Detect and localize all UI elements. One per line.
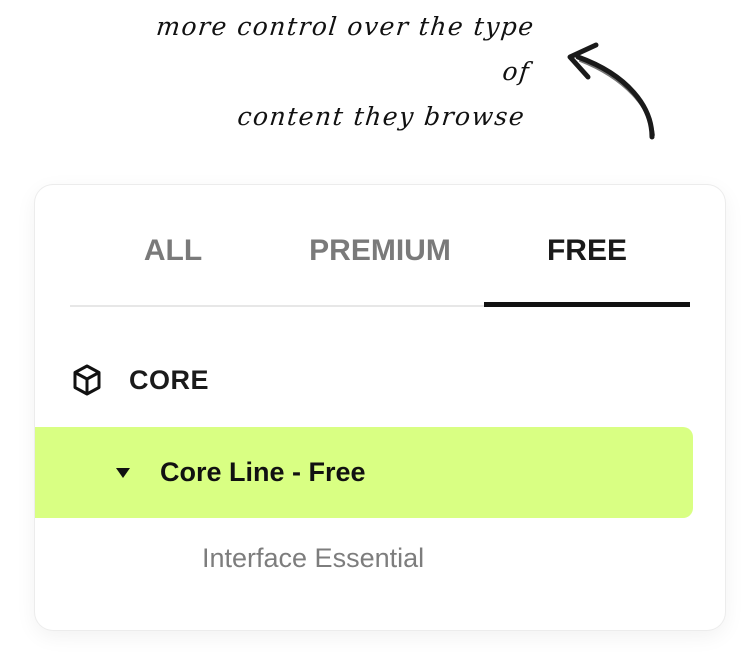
- tab-free[interactable]: FREE: [484, 210, 690, 305]
- section-header-core[interactable]: CORE: [70, 360, 209, 400]
- active-tab-indicator: [484, 302, 690, 307]
- tab-all[interactable]: ALL: [70, 210, 276, 305]
- tab-premium[interactable]: PREMIUM: [276, 210, 484, 305]
- hand-drawn-curved-arrow-icon: [567, 42, 655, 140]
- annotation-line-1: more control over the type of: [154, 12, 537, 86]
- cube-icon: [73, 364, 101, 396]
- tab-bar: ALL PREMIUM FREE: [70, 210, 690, 307]
- caret-down-icon[interactable]: [115, 467, 131, 479]
- tree-item-label: Core Line - Free: [160, 457, 366, 487]
- tree-item-core-line-free[interactable]: Core Line - Free: [35, 427, 693, 518]
- tree-child-interface-essential[interactable]: Interface Essential: [202, 543, 424, 574]
- section-title: CORE: [129, 364, 210, 395]
- page: more control over the type of content th…: [0, 0, 753, 670]
- annotation-line-2: content they browse: [236, 102, 527, 131]
- handwritten-annotation: more control over the type of content th…: [113, 4, 537, 139]
- filter-panel: ALL PREMIUM FREE CORE Core Line - Free I…: [35, 185, 725, 630]
